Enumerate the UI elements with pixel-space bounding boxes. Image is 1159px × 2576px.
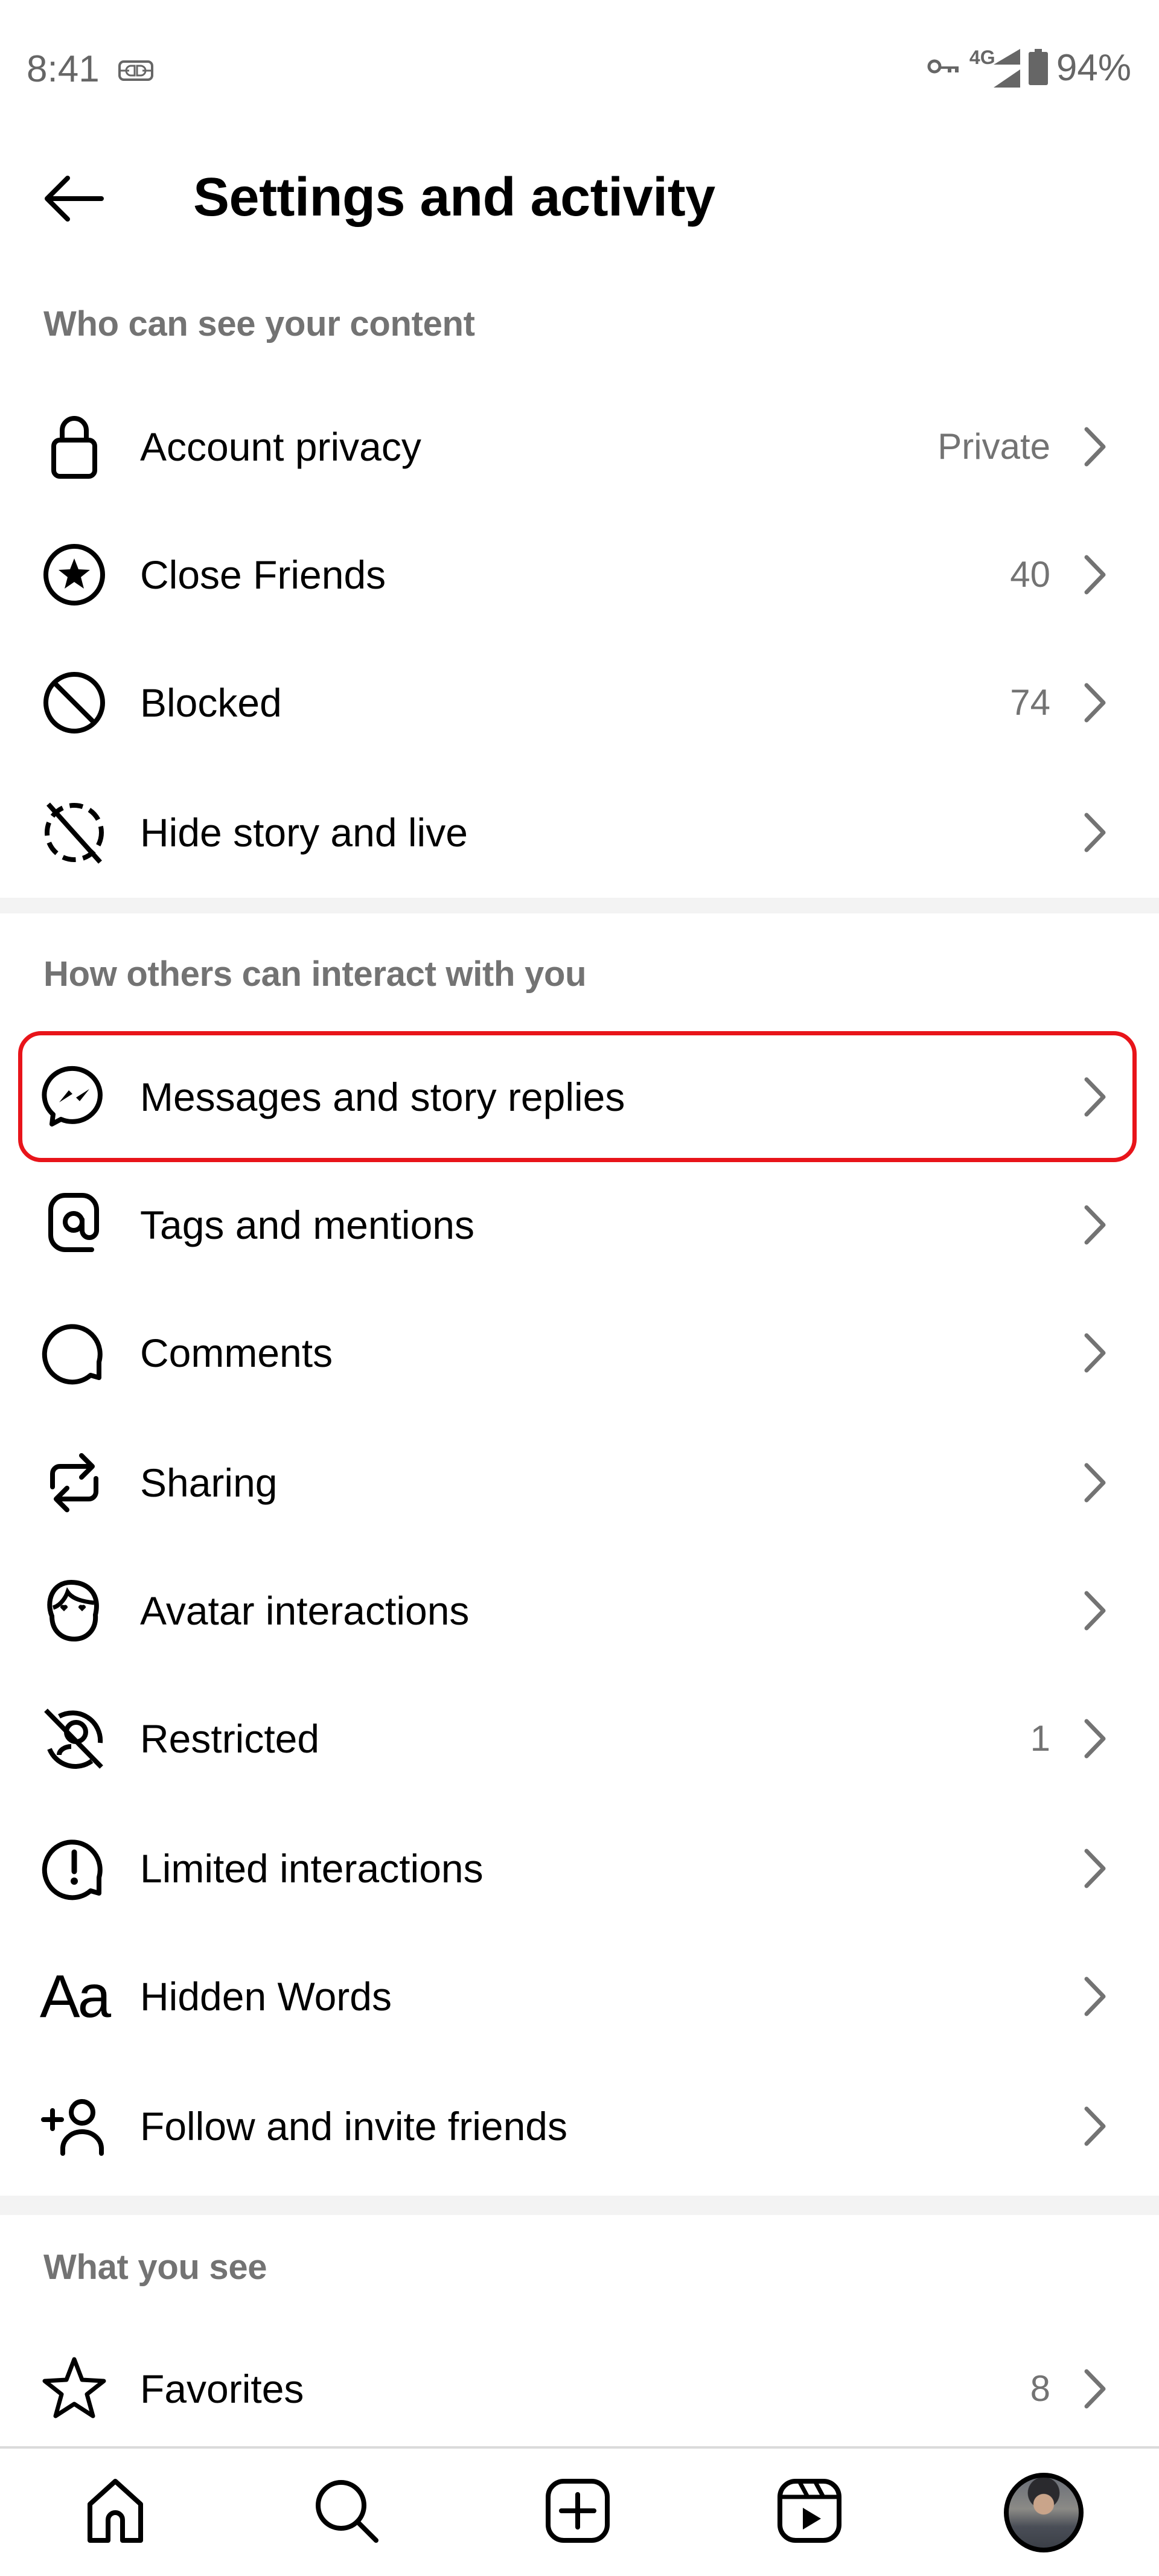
signal-4g-icon: 4G xyxy=(969,46,1020,88)
chevron-right-icon xyxy=(1078,1201,1112,1249)
reels-icon xyxy=(776,2478,843,2547)
bottom-nav xyxy=(0,2446,1159,2576)
section-header-what-you-see: What you see xyxy=(43,2248,267,2287)
plus-square-icon xyxy=(544,2478,611,2547)
row-label: Hidden Words xyxy=(140,1974,392,2019)
row-favorites[interactable]: Favorites 8 xyxy=(0,2325,1159,2453)
chevron-right-icon xyxy=(1078,679,1112,727)
chevron-right-icon xyxy=(1078,551,1112,599)
battery-percent: 94% xyxy=(1056,47,1131,89)
limited-interactions-icon xyxy=(41,1835,107,1902)
add-person-icon xyxy=(41,2093,107,2159)
row-label: Tags and mentions xyxy=(140,1203,475,1247)
restricted-icon xyxy=(41,1705,107,1772)
row-close-friends[interactable]: Close Friends 40 xyxy=(0,511,1159,639)
vpn-key-icon xyxy=(927,58,961,79)
row-label: Hide story and live xyxy=(140,810,468,855)
row-messages-and-story-replies[interactable]: Messages and story replies xyxy=(0,1033,1159,1161)
row-limited-interactions[interactable]: Limited interactions xyxy=(0,1804,1159,1932)
row-label: Avatar interactions xyxy=(140,1588,470,1633)
row-value: Private xyxy=(937,426,1050,467)
chevron-right-icon xyxy=(1078,808,1112,857)
row-label: Restricted xyxy=(140,1716,320,1761)
at-sign-icon xyxy=(41,1192,107,1258)
row-hidden-words[interactable]: Aa Hidden Words xyxy=(0,1932,1159,2060)
row-label: Account privacy xyxy=(140,424,421,469)
arrow-left-icon xyxy=(43,174,104,226)
chevron-right-icon xyxy=(1078,2365,1112,2413)
row-blocked[interactable]: Blocked 74 xyxy=(0,639,1159,767)
section-header-who-can-see: Who can see your content xyxy=(43,304,475,344)
row-label: Close Friends xyxy=(140,552,386,597)
chevron-right-icon xyxy=(1078,1329,1112,1377)
hide-story-icon xyxy=(41,799,107,866)
nav-profile[interactable] xyxy=(1003,2472,1084,2553)
chevron-right-icon xyxy=(1078,1715,1112,1763)
row-label: Blocked xyxy=(140,680,282,725)
row-label: Favorites xyxy=(140,2367,304,2411)
section-divider xyxy=(0,2196,1159,2215)
search-icon xyxy=(313,2478,380,2547)
chevron-right-icon xyxy=(1078,1844,1112,1893)
star-circle-icon xyxy=(41,542,107,608)
messenger-icon xyxy=(41,1064,107,1130)
chevron-right-icon xyxy=(1078,423,1112,471)
chevron-right-icon xyxy=(1078,1459,1112,1507)
nav-search[interactable] xyxy=(307,2473,386,2551)
row-label: Limited interactions xyxy=(140,1846,484,1891)
nav-home[interactable] xyxy=(76,2473,155,2551)
chevron-right-icon xyxy=(1078,1972,1112,2021)
section-header-how-others-interact: How others can interact with you xyxy=(43,954,587,994)
row-value: 74 xyxy=(1010,682,1050,723)
row-label: Comments xyxy=(140,1331,333,1375)
row-avatar-interactions[interactable]: Avatar interactions xyxy=(0,1547,1159,1675)
row-hide-story-and-live[interactable]: Hide story and live xyxy=(0,769,1159,896)
row-account-privacy[interactable]: Account privacy Private xyxy=(0,383,1159,511)
status-time: 8:41 xyxy=(27,48,100,90)
comment-icon xyxy=(41,1320,107,1386)
battery-icon xyxy=(1028,48,1048,88)
sim-card-icon xyxy=(118,60,153,81)
row-value: 40 xyxy=(1010,554,1050,595)
share-arrows-icon xyxy=(41,1449,107,1516)
section-divider xyxy=(0,898,1159,913)
chevron-right-icon xyxy=(1078,1073,1112,1121)
star-outline-icon xyxy=(41,2356,107,2422)
status-right-cluster: 4G 94% xyxy=(927,46,1131,89)
page-title: Settings and activity xyxy=(193,167,715,228)
lock-icon xyxy=(41,414,107,480)
row-comments[interactable]: Comments xyxy=(0,1289,1159,1417)
text-aa-icon: Aa xyxy=(39,1963,111,2030)
row-tags-and-mentions[interactable]: Tags and mentions xyxy=(0,1161,1159,1289)
row-follow-and-invite-friends[interactable]: Follow and invite friends xyxy=(0,2062,1159,2190)
row-label: Messages and story replies xyxy=(140,1075,625,1119)
nav-create[interactable] xyxy=(538,2473,617,2551)
home-icon xyxy=(85,2478,145,2547)
avatar-face-icon xyxy=(41,1577,107,1644)
row-sharing[interactable]: Sharing xyxy=(0,1419,1159,1547)
nav-reels[interactable] xyxy=(770,2473,849,2551)
chevron-right-icon xyxy=(1078,2102,1112,2150)
chevron-right-icon xyxy=(1078,1587,1112,1635)
blocked-icon xyxy=(41,670,107,736)
row-value: 1 xyxy=(1030,1718,1050,1759)
row-label: Sharing xyxy=(140,1460,278,1505)
back-button[interactable] xyxy=(40,173,107,227)
row-restricted[interactable]: Restricted 1 xyxy=(0,1675,1159,1803)
profile-avatar xyxy=(1004,2473,1084,2552)
row-value: 8 xyxy=(1030,2368,1050,2409)
row-label: Follow and invite friends xyxy=(140,2104,568,2149)
